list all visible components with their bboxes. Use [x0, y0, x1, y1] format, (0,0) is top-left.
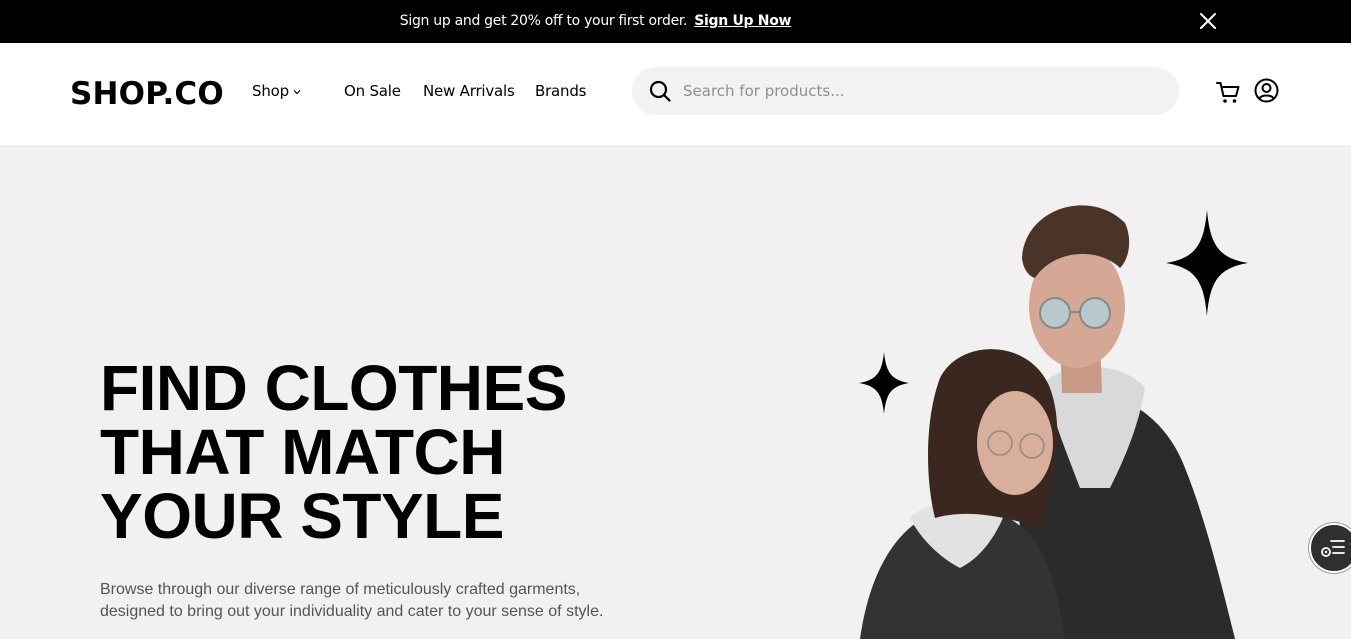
nav-on-sale[interactable]: On Sale [344, 82, 401, 100]
promo-bar: Sign up and get 20% off to your first or… [0, 0, 1351, 43]
user-icon[interactable] [1254, 78, 1279, 103]
hero-subtitle-line: Browse through our diverse range of meti… [100, 581, 581, 598]
sign-up-link[interactable]: Sign Up Now [694, 13, 791, 29]
hero-models-image [860, 205, 1235, 639]
hero-section: FIND CLOTHES THAT MATCH YOUR STYLE Brows… [0, 148, 1351, 639]
hero-title-line: THAT MATCH [100, 416, 505, 488]
nav-shop[interactable]: Shop [252, 82, 301, 100]
hero-title-line: YOUR STYLE [100, 480, 504, 552]
site-header: SHOP.CO Shop On Sale New Arrivals Brands [0, 43, 1351, 147]
close-icon[interactable] [1198, 11, 1218, 31]
nav-shop-label: Shop [252, 82, 289, 100]
hero-subtitle-line: designed to bring out your individuality… [100, 603, 604, 620]
floating-menu-button[interactable] [1309, 523, 1351, 573]
star-decoration-icon [859, 352, 909, 414]
promo-message: Sign up and get 20% off to your first or… [399, 13, 688, 29]
hero-subtitle: Browse through our diverse range of meti… [100, 579, 640, 623]
promo-text: Sign up and get 20% off to your first or… [0, 13, 1191, 29]
star-decoration-icon [1166, 210, 1248, 316]
nav-new-arrivals[interactable]: New Arrivals [423, 82, 515, 100]
chevron-down-icon [293, 89, 301, 94]
search-icon [649, 80, 671, 102]
hero-title: FIND CLOTHES THAT MATCH YOUR STYLE [100, 356, 660, 548]
nav-brands[interactable]: Brands [535, 82, 586, 100]
list-settings-icon [1321, 540, 1345, 557]
hero-title-line: FIND CLOTHES [100, 352, 567, 424]
search-input[interactable] [682, 67, 1162, 115]
cart-icon[interactable] [1215, 79, 1241, 105]
search-bar [632, 67, 1179, 115]
site-logo[interactable]: SHOP.CO [70, 76, 224, 112]
